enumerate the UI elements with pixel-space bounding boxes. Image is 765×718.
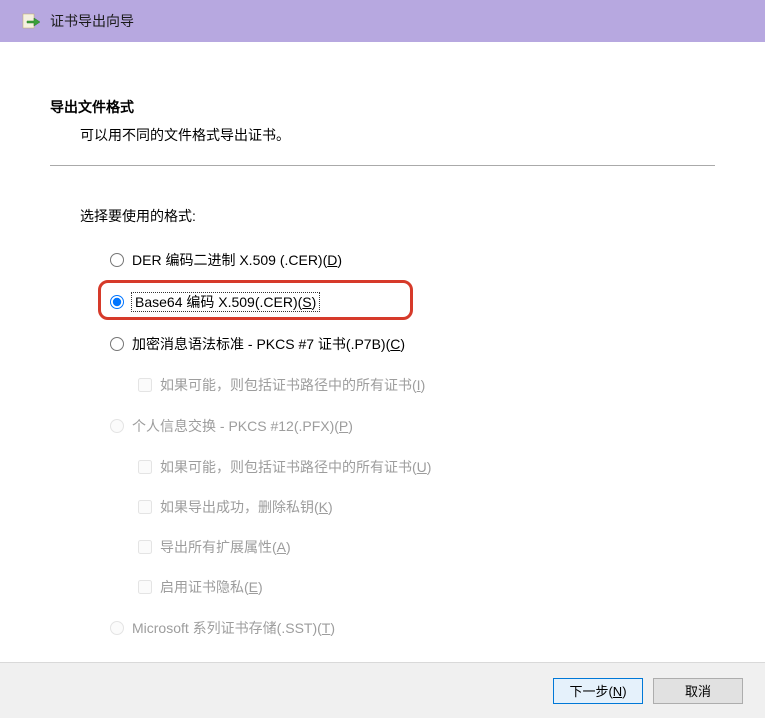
- check-pfx-chain: 如果可能，则包括证书路径中的所有证书(U): [138, 456, 715, 478]
- wizard-content: 导出文件格式 可以用不同的文件格式导出证书。 选择要使用的格式: DER 编码二…: [0, 42, 765, 662]
- label-pkcs7: 加密消息语法标准 - PKCS #7 证书(.P7B)(C): [132, 334, 405, 354]
- checkbox-pfx-delete: [138, 500, 152, 514]
- divider: [50, 165, 715, 166]
- checkbox-pfx-ext: [138, 540, 152, 554]
- label-sst: Microsoft 系列证书存储(.SST)(T): [132, 618, 335, 638]
- next-button[interactable]: 下一步(N): [553, 678, 643, 704]
- radio-pkcs7[interactable]: [110, 337, 124, 351]
- label-pfx: 个人信息交换 - PKCS #12(.PFX)(P): [132, 416, 353, 436]
- titlebar: 证书导出向导: [0, 0, 765, 42]
- option-base64[interactable]: Base64 编码 X.509(.CER)(S): [110, 290, 715, 314]
- wizard-arrow-icon: [20, 10, 42, 32]
- option-sst: Microsoft 系列证书存储(.SST)(T): [110, 616, 715, 640]
- checkbox-pkcs7-chain: [138, 378, 152, 392]
- label-pfx-chain: 如果可能，则包括证书路径中的所有证书(U): [160, 457, 431, 477]
- cancel-button[interactable]: 取消: [653, 678, 743, 704]
- label-base64: Base64 编码 X.509(.CER)(S): [132, 292, 319, 312]
- window-title: 证书导出向导: [50, 11, 134, 31]
- check-pfx-ext: 导出所有扩展属性(A): [138, 536, 715, 558]
- radio-base64[interactable]: [110, 295, 124, 309]
- check-pfx-delete: 如果导出成功，删除私钥(K): [138, 496, 715, 518]
- radio-pfx: [110, 419, 124, 433]
- label-der: DER 编码二进制 X.509 (.CER)(D): [132, 250, 342, 270]
- format-options-group: DER 编码二进制 X.509 (.CER)(D) Base64 编码 X.50…: [110, 248, 715, 640]
- page-heading: 导出文件格式: [50, 97, 715, 117]
- check-pkcs7-chain: 如果可能，则包括证书路径中的所有证书(I): [138, 374, 715, 396]
- radio-der[interactable]: [110, 253, 124, 267]
- radio-sst: [110, 621, 124, 635]
- option-pkcs7[interactable]: 加密消息语法标准 - PKCS #7 证书(.P7B)(C): [110, 332, 715, 356]
- checkbox-pfx-chain: [138, 460, 152, 474]
- checkbox-pfx-privacy: [138, 580, 152, 594]
- option-der[interactable]: DER 编码二进制 X.509 (.CER)(D): [110, 248, 715, 272]
- label-pkcs7-chain: 如果可能，则包括证书路径中的所有证书(I): [160, 375, 425, 395]
- label-pfx-delete: 如果导出成功，删除私钥(K): [160, 497, 333, 517]
- option-pfx: 个人信息交换 - PKCS #12(.PFX)(P): [110, 414, 715, 438]
- page-subtitle: 可以用不同的文件格式导出证书。: [80, 125, 715, 145]
- check-pfx-privacy: 启用证书隐私(E): [138, 576, 715, 598]
- label-pfx-privacy: 启用证书隐私(E): [160, 577, 263, 597]
- format-prompt: 选择要使用的格式:: [80, 206, 715, 226]
- label-pfx-ext: 导出所有扩展属性(A): [160, 537, 291, 557]
- footer-bar: 下一步(N) 取消: [0, 662, 765, 718]
